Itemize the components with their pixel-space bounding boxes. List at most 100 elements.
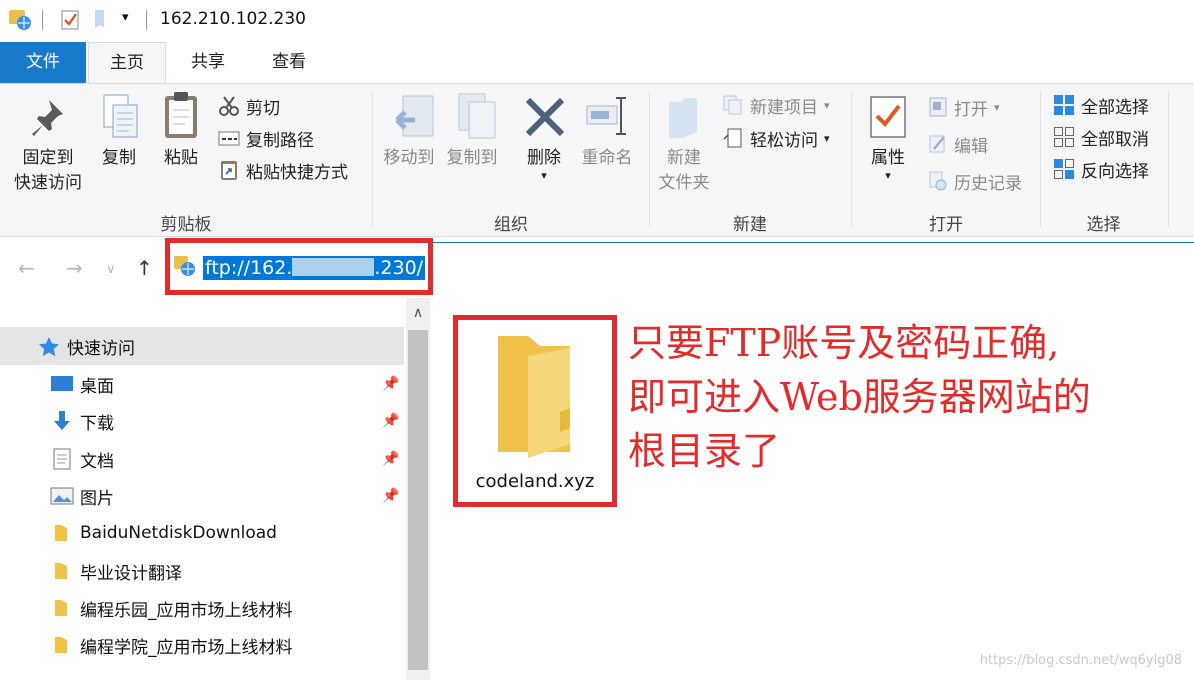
paste-shortcut-button[interactable]: 粘贴快捷方式 bbox=[218, 156, 348, 184]
scroll-up-chevron-icon[interactable]: ∧ bbox=[406, 298, 430, 328]
nav-scrollbar[interactable]: ∧ bbox=[406, 298, 430, 680]
new-folder-icon bbox=[669, 98, 697, 138]
folder-item[interactable]: codeland.xyz bbox=[453, 315, 617, 507]
paste-button[interactable]: 粘贴 bbox=[157, 146, 205, 171]
large-folder-icon bbox=[498, 336, 570, 458]
pin-icon[interactable]: 📌 bbox=[382, 451, 399, 467]
document-icon bbox=[53, 448, 71, 470]
nav-item-label: 图片 bbox=[80, 488, 114, 509]
address-input[interactable]: ftp://162. .230/ bbox=[203, 256, 426, 280]
nav-item-downloads[interactable]: 下载 📌 bbox=[0, 402, 404, 440]
open-group-label: 打开 bbox=[929, 215, 963, 235]
nav-item-label: BaiduNetdiskDownload bbox=[80, 523, 277, 543]
ftp-app-icon bbox=[9, 10, 31, 30]
nav-item-folder[interactable]: 编程乐园_应用市场上线材料 bbox=[0, 589, 404, 627]
rename-button[interactable]: 重命名 bbox=[577, 146, 637, 171]
move-to-button[interactable]: 移动到 bbox=[380, 146, 438, 171]
open-dropdown-icon: ▾ bbox=[994, 100, 1000, 114]
delete-button[interactable]: 删除 ▾ bbox=[520, 146, 568, 181]
cut-button[interactable]: 剪切 bbox=[218, 92, 280, 120]
scroll-thumb[interactable] bbox=[408, 330, 428, 670]
easy-access-icon bbox=[723, 128, 742, 148]
pin-icon[interactable]: 📌 bbox=[382, 413, 399, 429]
copy-path-icon bbox=[218, 131, 240, 146]
annotation-text: 只要FTP账号及密码正确, 即可进入Web服务器网站的 根目录了 bbox=[628, 316, 1091, 478]
ftp-location-icon bbox=[174, 256, 195, 276]
new-item-icon bbox=[723, 95, 742, 115]
history-button[interactable]: 历史记录 bbox=[928, 167, 1022, 195]
organize-group-label: 组织 bbox=[494, 215, 528, 235]
open-button[interactable]: 打开 ▾ bbox=[928, 93, 1000, 121]
folder-icon bbox=[55, 637, 67, 653]
scissors-icon bbox=[219, 96, 239, 116]
nav-quick-access[interactable]: 快速访问 bbox=[0, 327, 404, 365]
new-item-button[interactable]: 新建项目 ▾ bbox=[722, 91, 830, 119]
select-all-button[interactable]: 全部选择 bbox=[1053, 91, 1149, 119]
pin-label-2: 快速访问 bbox=[14, 173, 82, 193]
invert-selection-button[interactable]: 反向选择 bbox=[1053, 155, 1149, 183]
edit-icon bbox=[929, 135, 945, 153]
title-bar: ▾ 162.210.102.230 bbox=[0, 0, 1194, 40]
download-arrow-icon bbox=[54, 411, 70, 430]
nav-item-pictures[interactable]: 图片 📌 bbox=[0, 477, 404, 515]
pin-icon[interactable]: 📌 bbox=[382, 488, 399, 504]
nav-item-label: 下载 bbox=[80, 413, 114, 434]
nav-item-folder[interactable]: 编程学院_应用市场上线材料 bbox=[0, 626, 404, 664]
properties-label: 属性 bbox=[871, 148, 905, 168]
invert-selection-icon bbox=[1054, 159, 1074, 179]
easy-access-label: 轻松访问 bbox=[750, 130, 818, 151]
properties-dropdown-icon[interactable]: ▾ bbox=[864, 170, 912, 181]
back-arrow-icon[interactable]: ← bbox=[18, 256, 35, 280]
customize-toolbar-chevron-icon[interactable]: ▾ bbox=[122, 10, 129, 25]
pin-label-1: 固定到 bbox=[22, 148, 74, 168]
copy-to-button[interactable]: 复制到 bbox=[443, 146, 501, 171]
nav-item-folder[interactable]: BaiduNetdiskDownload bbox=[0, 514, 404, 552]
tab-file[interactable]: 文件 bbox=[0, 42, 86, 84]
new-folder-button[interactable]: 新建 文件夹 bbox=[652, 146, 716, 196]
new-folder-label-1: 新建 bbox=[667, 148, 701, 168]
nav-item-folder[interactable]: 毕业设计翻译 bbox=[0, 552, 404, 590]
nav-item-label: 文档 bbox=[80, 451, 114, 472]
address-suffix: .230/ bbox=[374, 257, 424, 279]
new-group-label: 新建 bbox=[733, 215, 767, 235]
delete-x-icon bbox=[525, 97, 565, 137]
desktop-icon bbox=[51, 376, 73, 391]
ribbon-tabs: 文件 主页 共享 查看 bbox=[0, 42, 1194, 84]
rename-icon bbox=[586, 97, 626, 135]
recent-locations-chevron-icon[interactable]: ∨ bbox=[106, 262, 116, 277]
window-title: 162.210.102.230 bbox=[160, 9, 307, 29]
move-to-icon bbox=[395, 95, 434, 137]
properties-check-icon[interactable] bbox=[60, 8, 82, 32]
pin-icon bbox=[32, 100, 63, 136]
quick-access-label: 快速访问 bbox=[67, 338, 135, 359]
watermark: https://blog.csdn.net/wq6ylg08 bbox=[979, 653, 1182, 668]
up-arrow-icon[interactable]: ↑ bbox=[136, 256, 153, 280]
address-redaction bbox=[292, 258, 375, 276]
select-none-button[interactable]: 全部取消 bbox=[1053, 123, 1149, 151]
copy-path-button[interactable]: 复制路径 bbox=[218, 124, 314, 152]
new-folder-quick-icon[interactable] bbox=[92, 8, 108, 32]
annotation-line: 只要FTP账号及密码正确, bbox=[628, 321, 1060, 365]
paste-shortcut-label: 粘贴快捷方式 bbox=[246, 162, 348, 183]
paste-icon bbox=[165, 92, 197, 138]
tab-view[interactable]: 查看 bbox=[250, 42, 328, 84]
select-group-label: 选择 bbox=[1086, 215, 1121, 235]
nav-item-desktop[interactable]: 桌面 📌 bbox=[0, 365, 404, 403]
pin-icon[interactable]: 📌 bbox=[382, 376, 399, 392]
navigation-pane: 快速访问 桌面 📌 下载 📌 文档 📌 图片 📌 BaiduNetdiskDow… bbox=[0, 298, 430, 680]
copy-button[interactable]: 复制 bbox=[96, 146, 142, 171]
delete-dropdown-icon[interactable]: ▾ bbox=[520, 170, 568, 181]
properties-button[interactable]: 属性 ▾ bbox=[864, 146, 912, 181]
history-label: 历史记录 bbox=[954, 173, 1022, 194]
forward-arrow-icon[interactable]: → bbox=[66, 256, 83, 280]
tab-share[interactable]: 共享 bbox=[170, 42, 246, 84]
pin-to-quick-access-button[interactable]: 固定到 快速访问 bbox=[8, 146, 88, 196]
ribbon: 固定到 快速访问 复制 粘贴 剪切 复制路径 粘贴快捷方式 剪贴板 移动到 复制… bbox=[0, 83, 1194, 237]
edit-button[interactable]: 编辑 bbox=[928, 130, 988, 158]
easy-access-button[interactable]: 轻松访问 ▾ bbox=[722, 124, 830, 152]
folder-icon bbox=[55, 563, 67, 579]
pictures-icon bbox=[50, 487, 74, 505]
tab-home[interactable]: 主页 bbox=[88, 42, 166, 84]
nav-item-documents[interactable]: 文档 📌 bbox=[0, 440, 404, 478]
address-bar-border bbox=[433, 242, 1194, 243]
